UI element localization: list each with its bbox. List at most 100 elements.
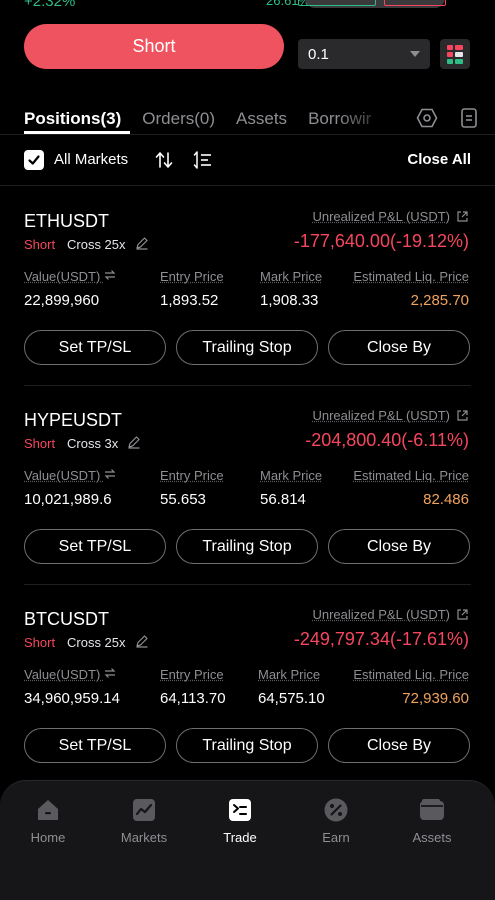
entry-price-label: Entry Price — [160, 667, 224, 682]
set-tpsl-button[interactable]: Set TP/SL — [24, 330, 166, 365]
trade-icon — [229, 799, 251, 821]
nav-home[interactable]: Home — [0, 797, 96, 845]
unrealized-pnl-value: -249,797.34(-17.61%) — [293, 629, 469, 649]
unrealized-pnl-value: -177,640.00(-19.12%) — [293, 231, 469, 251]
nav-earn[interactable]: Earn — [288, 797, 384, 845]
position-symbol[interactable]: HYPEUSDT — [24, 410, 122, 431]
tab-orders[interactable]: Orders(0) — [142, 109, 215, 129]
edit-icon[interactable] — [135, 634, 149, 648]
value-label: Value(USDT) — [24, 269, 116, 284]
mark-price-value: 56.814 — [260, 491, 306, 508]
liq-price-label: Estimated Liq. Price — [353, 468, 469, 483]
position-value: 10,021,989.6 — [24, 491, 112, 508]
sort-icon[interactable] — [154, 150, 174, 170]
settings-icon[interactable] — [416, 107, 438, 129]
position-symbol[interactable]: ETHUSDT — [24, 211, 109, 232]
earn-icon — [324, 798, 348, 822]
nav-label: Trade — [223, 830, 257, 845]
position-symbol[interactable]: BTCUSDT — [24, 609, 109, 630]
position-value: 34,960,959.14 — [24, 690, 120, 707]
value-label: Value(USDT) — [24, 667, 116, 682]
tab-assets[interactable]: Assets — [236, 109, 287, 129]
nav-label: Home — [30, 830, 66, 845]
mark-price-label: Mark Price — [260, 269, 323, 284]
position-card: HYPEUSDT Short Cross 3x Unrealized P&L (… — [0, 385, 495, 585]
short-button[interactable]: Short — [24, 24, 284, 69]
position-leverage[interactable]: Cross 25x — [67, 237, 126, 252]
close-by-button[interactable]: Close By — [328, 728, 470, 763]
sell-ratio-box — [384, 0, 446, 6]
liq-price-label: Estimated Liq. Price — [353, 269, 469, 284]
chevron-down-icon — [410, 51, 420, 57]
orderbook-icon — [447, 44, 453, 50]
nav-assets[interactable]: Assets — [384, 797, 480, 845]
position-leverage[interactable]: Cross 3x — [67, 436, 118, 451]
liq-price-value: 2,285.70 — [410, 292, 469, 309]
trailing-stop-button[interactable]: Trailing Stop — [176, 529, 318, 564]
liq-price-value: 72,939.60 — [402, 690, 469, 707]
close-all-button[interactable]: Close All — [407, 151, 471, 168]
close-by-button[interactable]: Close By — [328, 330, 470, 365]
entry-price-value: 1,893.52 — [160, 292, 219, 309]
set-tpsl-button[interactable]: Set TP/SL — [24, 728, 166, 763]
checkmark-icon — [28, 155, 40, 165]
quantity-select[interactable]: 0.1 — [298, 39, 430, 69]
position-card: ETHUSDT Short Cross 25x Unrealized P&L (… — [0, 186, 495, 386]
nav-label: Earn — [322, 830, 350, 845]
mark-price-label: Mark Price — [260, 468, 323, 483]
position-side: Short — [24, 635, 56, 650]
history-icon[interactable] — [460, 107, 478, 129]
upl-label: Unrealized P&L (USDT) — [312, 607, 469, 622]
wallet-icon — [420, 799, 444, 820]
swap-icon[interactable] — [104, 667, 116, 679]
position-side: Short — [24, 237, 56, 252]
top-strip: +2.32% 26.61% — [0, 0, 495, 20]
unrealized-pnl-value: -204,800.40(-6.11%) — [305, 430, 469, 450]
orderbook-layout-button[interactable] — [440, 39, 470, 69]
liq-price-label: Estimated Liq. Price — [353, 667, 469, 682]
set-tpsl-button[interactable]: Set TP/SL — [24, 529, 166, 564]
edit-icon[interactable] — [135, 236, 149, 250]
close-by-button[interactable]: Close By — [328, 529, 470, 564]
divider — [0, 134, 495, 135]
tab-positions[interactable]: Positions(3) — [24, 109, 121, 129]
entry-price-label: Entry Price — [160, 468, 224, 483]
sort-list-icon[interactable] — [193, 150, 213, 170]
position-leverage[interactable]: Cross 25x — [67, 635, 126, 650]
value-label: Value(USDT) — [24, 468, 116, 483]
buy-ratio-box — [298, 0, 376, 6]
share-icon[interactable] — [456, 608, 469, 621]
all-markets-label[interactable]: All Markets — [54, 151, 128, 168]
mark-price-label: Mark Price — [258, 667, 321, 682]
trailing-stop-button[interactable]: Trailing Stop — [176, 330, 318, 365]
mark-price-value: 1,908.33 — [260, 292, 319, 309]
share-icon[interactable] — [456, 409, 469, 422]
swap-icon[interactable] — [104, 468, 116, 480]
mark-price-value: 64,575.10 — [258, 690, 325, 707]
entry-price-value: 64,113.70 — [160, 690, 226, 707]
bottom-nav: Home Markets Trade Earn Assets — [0, 780, 495, 900]
swap-icon[interactable] — [104, 269, 116, 281]
nav-label: Markets — [120, 830, 168, 845]
nav-trade[interactable]: Trade — [192, 797, 288, 845]
tab-fade — [336, 100, 396, 134]
position-side: Short — [24, 436, 56, 451]
upl-label: Unrealized P&L (USDT) — [312, 209, 469, 224]
liq-price-value: 82.486 — [423, 491, 469, 508]
entry-price-value: 55.653 — [160, 491, 206, 508]
all-markets-checkbox[interactable] — [24, 150, 44, 170]
upl-label: Unrealized P&L (USDT) — [312, 408, 469, 423]
position-value: 22,899,960 — [24, 292, 100, 309]
home-icon — [38, 800, 58, 820]
entry-price-label: Entry Price — [160, 269, 224, 284]
markets-icon — [133, 799, 155, 821]
price-change-percent: +2.32% — [24, 0, 76, 10]
edit-icon[interactable] — [127, 435, 141, 449]
quantity-value: 0.1 — [308, 45, 329, 63]
nav-label: Assets — [412, 830, 452, 845]
position-tabs: Positions(3) Orders(0) Assets Borrowir — [24, 104, 474, 134]
nav-markets[interactable]: Markets — [96, 797, 192, 845]
share-icon[interactable] — [456, 210, 469, 223]
position-card: BTCUSDT Short Cross 25x Unrealized P&L (… — [0, 584, 495, 783]
trailing-stop-button[interactable]: Trailing Stop — [176, 728, 318, 763]
